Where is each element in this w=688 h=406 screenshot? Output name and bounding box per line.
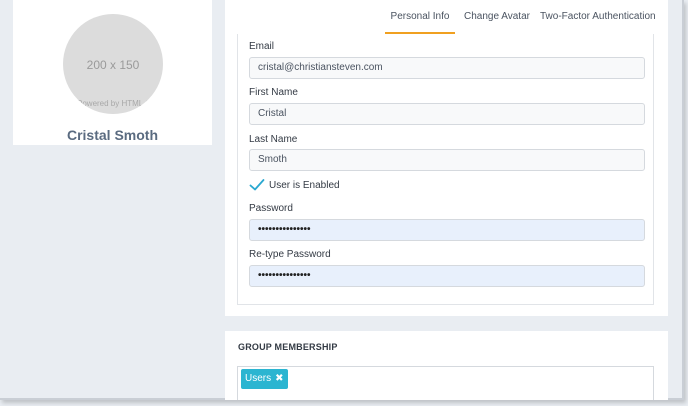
last-name-field[interactable]: Smoth [249,149,645,171]
tab-bar: Personal Info Change Avatar Two-Factor A… [225,0,668,34]
group-tag-input[interactable]: Users ✖ [237,366,654,400]
retype-password-field[interactable]: ••••••••••••••• [249,265,645,287]
checkmark-icon[interactable] [249,178,265,192]
password-label: Password [249,203,293,214]
password-field[interactable]: ••••••••••••••• [249,219,645,241]
avatar-credit: Powered by HTML.COM [77,99,163,108]
profile-name: Cristal Smoth [66,127,158,143]
first-name-field[interactable]: Cristal [249,103,645,125]
email-field[interactable]: cristal@christiansteven.com [249,57,645,79]
tab-personal-info[interactable]: Personal Info [385,0,455,34]
avatar[interactable]: 200 x 150 Powered by HTML.COM [63,14,163,114]
group-membership-card: GROUP MEMBERSHIP Users ✖ [225,331,668,400]
group-membership-title: GROUP MEMBERSHIP [238,342,338,352]
retype-password-label: Re-type Password [249,249,331,260]
last-name-label: Last Name [249,134,298,145]
tab-two-factor-authentication[interactable]: Two-Factor Authentication [540,11,656,22]
remove-tag-icon[interactable]: ✖ [275,373,283,384]
avatar-size-label: 200 x 150 [86,58,140,72]
profile-card: 200 x 150 Powered by HTML.COM Cristal Sm… [13,0,212,145]
group-tag-users: Users ✖ [241,369,288,389]
tab-change-avatar[interactable]: Change Avatar [464,11,530,22]
group-tag-label: Users [245,373,272,384]
user-enabled-label: User is Enabled [269,180,340,191]
first-name-label: First Name [249,87,298,98]
personal-info-form: Email cristal@christiansteven.com First … [237,34,654,305]
user-details-card: Personal Info Change Avatar Two-Factor A… [225,0,668,316]
email-label: Email [249,41,275,52]
app-frame: 200 x 150 Powered by HTML.COM Cristal Sm… [0,0,684,400]
